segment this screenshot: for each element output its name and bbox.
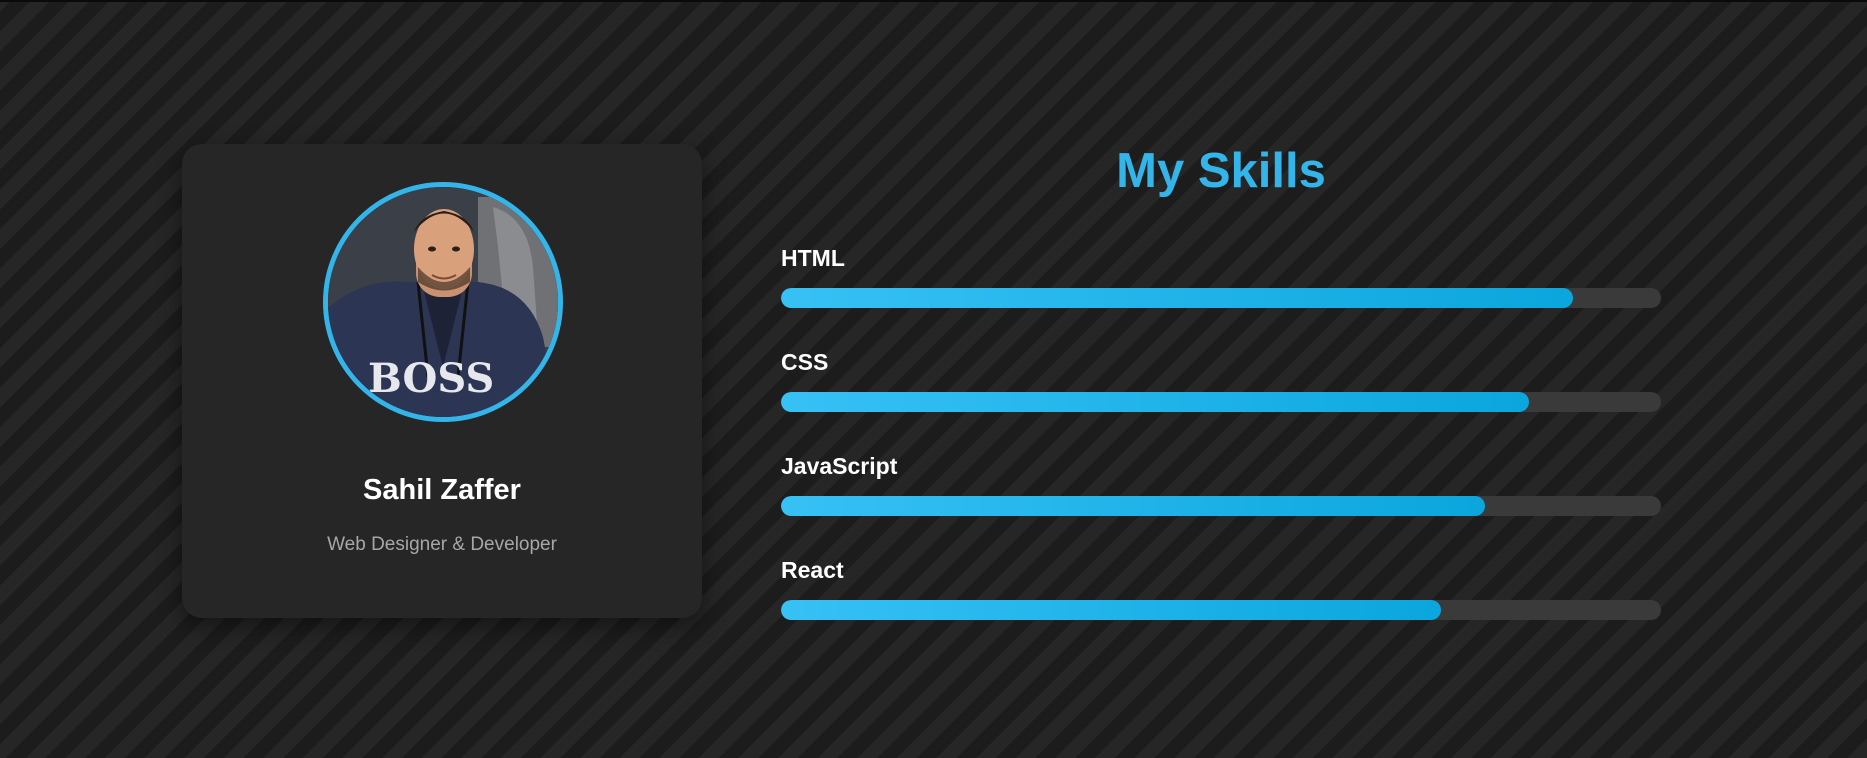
avatar: BOSS — [323, 182, 563, 422]
skill-label: CSS — [781, 349, 829, 375]
skill-html: HTML — [781, 244, 1661, 308]
skill-progress-track — [781, 496, 1661, 516]
skill-label: JavaScript — [781, 453, 898, 479]
skill-react: React — [781, 556, 1661, 620]
svg-text:BOSS: BOSS — [368, 355, 494, 402]
profile-name: Sahil Zaffer — [363, 474, 521, 506]
top-border-line — [0, 0, 1867, 2]
profile-role: Web Designer & Developer — [327, 534, 557, 555]
skill-progress-track — [781, 600, 1661, 620]
skill-progress-fill — [781, 600, 1441, 620]
skills-title: My Skills — [1116, 144, 1326, 198]
skill-progress-track — [781, 392, 1661, 412]
skill-progress-fill — [781, 288, 1573, 308]
skill-label: React — [781, 557, 844, 583]
skill-progress-fill — [781, 496, 1485, 516]
skill-label: HTML — [781, 245, 845, 271]
skill-css: CSS — [781, 348, 1661, 412]
profile-photo-icon: BOSS — [328, 187, 558, 417]
profile-card: BOSS Sahil Zaffer Web Designer & Develop… — [182, 144, 702, 618]
skill-progress-fill — [781, 392, 1529, 412]
skill-javascript: JavaScript — [781, 452, 1661, 516]
skill-progress-track — [781, 288, 1661, 308]
